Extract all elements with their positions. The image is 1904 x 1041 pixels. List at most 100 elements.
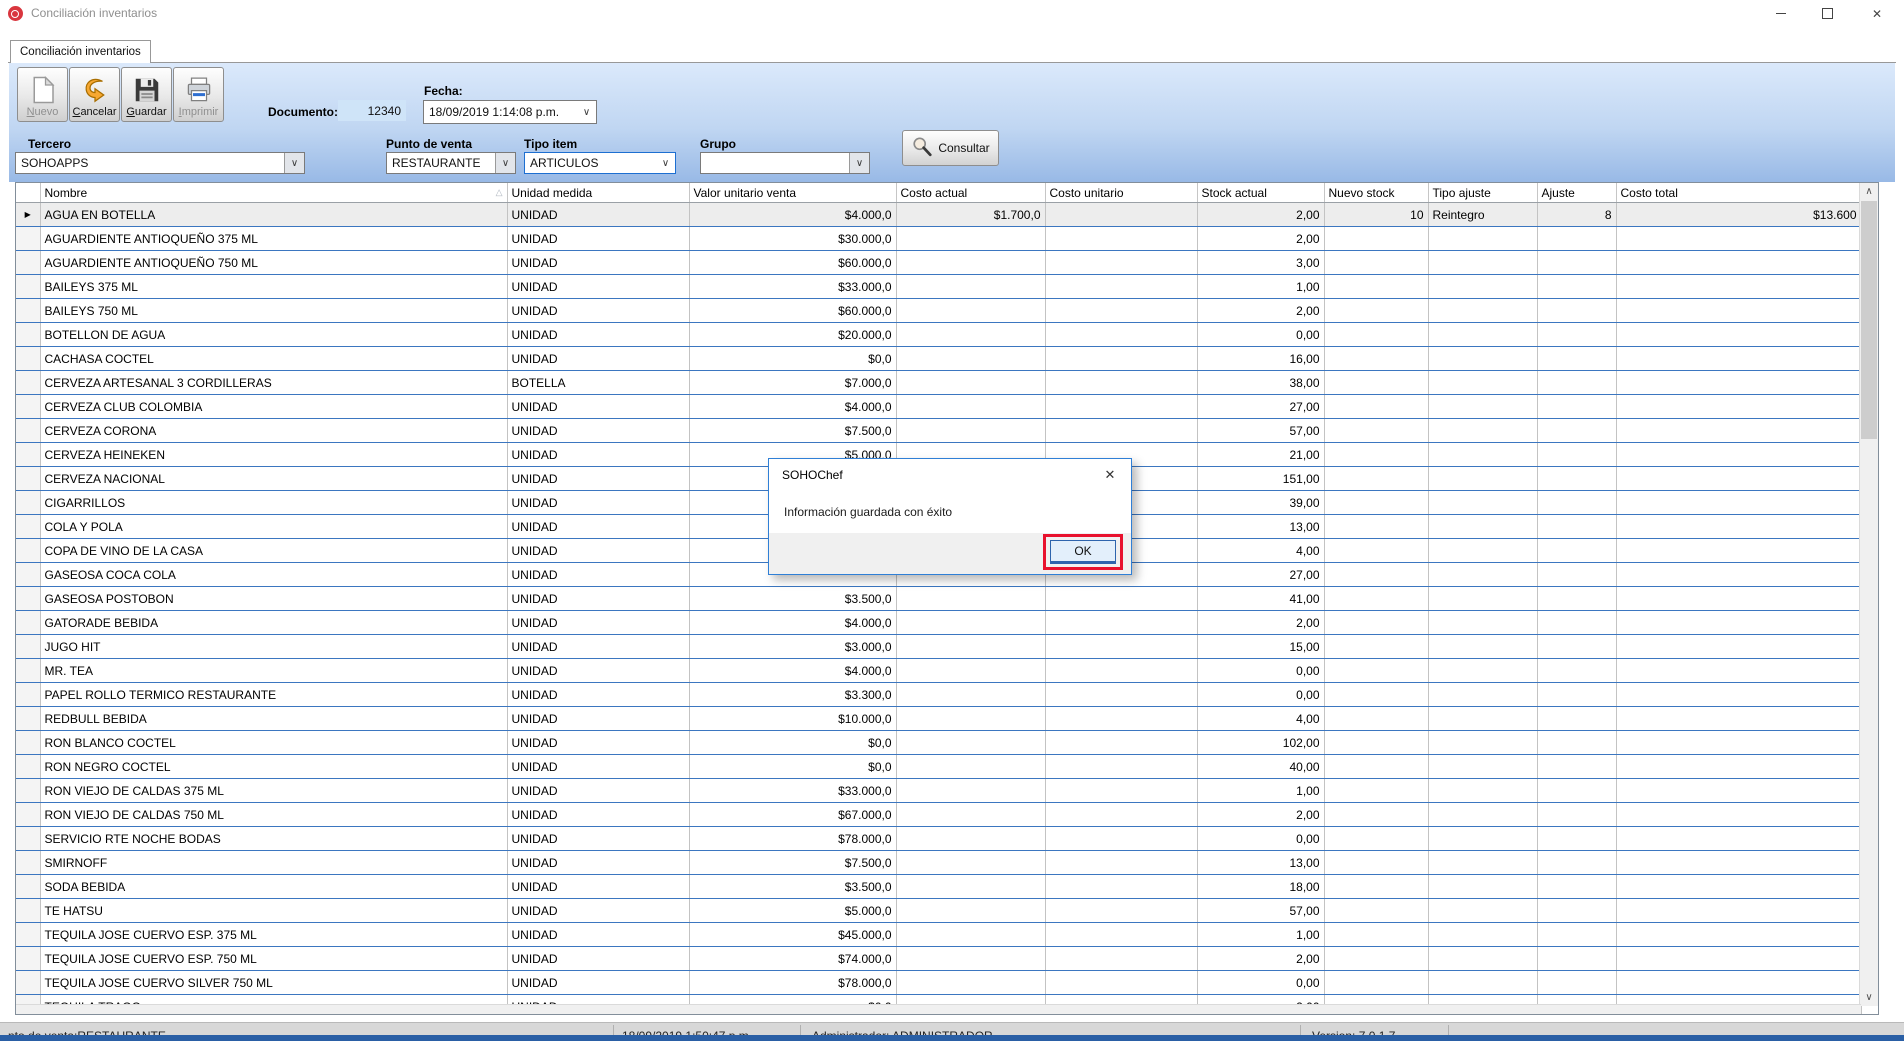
column-header-stock-actual[interactable]: Stock actual [1197,183,1324,203]
column-header-costo-actual[interactable]: Costo actual [896,183,1045,203]
table-row[interactable]: GATORADE BEBIDAUNIDAD$4.000,02,00 [16,611,1861,635]
vertical-scrollbar[interactable]: ∧ ∨ [1859,183,1878,1006]
grupo-dropdown[interactable]: ∨ [700,152,870,174]
row-indicator [16,467,40,491]
column-header-nombre[interactable]: Nombre△ [40,183,507,203]
dialog-close-button[interactable]: ✕ [1094,463,1126,487]
tipo-item-dropdown[interactable]: ARTICULOS ∨ [524,152,676,174]
chevron-down-icon[interactable]: ∨ [577,101,596,123]
cell [896,611,1045,635]
column-header-costo-unitario[interactable]: Costo unitario [1045,183,1197,203]
fecha-dropdown[interactable]: 18/09/2019 1:14:08 p.m. ∨ [423,100,597,124]
table-row[interactable]: RON VIEJO DE CALDAS 750 MLUNIDAD$67.000,… [16,803,1861,827]
cell [1616,779,1861,803]
column-header-nuevo-stock[interactable]: Nuevo stock [1324,183,1428,203]
table-row[interactable]: REDBULL BEBIDAUNIDAD$10.000,04,00 [16,707,1861,731]
table-row[interactable]: BAILEYS 750 MLUNIDAD$60.000,02,00 [16,299,1861,323]
table-row[interactable]: AGUARDIENTE ANTIOQUEÑO 750 MLUNIDAD$60.0… [16,251,1861,275]
table-row[interactable]: TEQUILA JOSE CUERVO ESP. 750 MLUNIDAD$74… [16,947,1861,971]
cell [1428,875,1537,899]
column-header-unidad-medida[interactable]: Unidad medida [507,183,689,203]
chevron-down-icon[interactable]: ∨ [849,153,869,173]
cell: MR. TEA [40,659,507,683]
cell: $67.000,0 [689,803,896,827]
imprimir-button[interactable]: Imprimir [173,67,224,122]
cell: UNIDAD [507,683,689,707]
consultar-button[interactable]: Consultar [902,130,999,166]
table-row[interactable]: GASEOSA POSTOBONUNIDAD$3.500,041,00 [16,587,1861,611]
tab-conciliacion-inventarios[interactable]: Conciliación inventarios [10,40,151,63]
column-header-costo-total[interactable]: Costo total [1616,183,1861,203]
close-button[interactable]: ✕ [1850,0,1904,27]
table-row[interactable]: AGUARDIENTE ANTIOQUEÑO 375 MLUNIDAD$30.0… [16,227,1861,251]
row-indicator [16,683,40,707]
cell: UNIDAD [507,323,689,347]
table-row[interactable]: TEQUILA JOSE CUERVO ESP. 375 MLUNIDAD$45… [16,923,1861,947]
cell: 13,00 [1197,851,1324,875]
cell: 18,00 [1197,875,1324,899]
table-row[interactable]: PAPEL ROLLO TERMICO RESTAURANTEUNIDAD$3.… [16,683,1861,707]
punto-de-venta-dropdown[interactable]: RESTAURANTE ∨ [386,152,516,174]
cell [896,731,1045,755]
cell: UNIDAD [507,395,689,419]
window-bottom-edge [0,1035,1904,1041]
horizontal-scrollbar-track[interactable] [16,1004,1861,1014]
row-indicator [16,779,40,803]
table-row[interactable]: RON NEGRO COCTELUNIDAD$0,040,00 [16,755,1861,779]
cell [1537,587,1616,611]
chevron-down-icon[interactable]: ∨ [656,153,675,173]
cancelar-button[interactable]: Cancelar [69,67,120,122]
table-row[interactable]: RON BLANCO COCTELUNIDAD$0,0102,00 [16,731,1861,755]
cell [1428,659,1537,683]
cell [1324,923,1428,947]
table-row[interactable]: JUGO HITUNIDAD$3.000,015,00 [16,635,1861,659]
maximize-button[interactable] [1804,0,1850,27]
table-row[interactable]: BAILEYS 375 MLUNIDAD$33.000,01,00 [16,275,1861,299]
table-row[interactable]: MR. TEAUNIDAD$4.000,00,00 [16,659,1861,683]
tercero-dropdown[interactable]: SOHOAPPS ∨ [15,152,305,174]
row-indicator [16,587,40,611]
cell: 38,00 [1197,371,1324,395]
column-header-valor-unitario-venta[interactable]: Valor unitario venta [689,183,896,203]
table-row[interactable]: SERVICIO RTE NOCHE BODASUNIDAD$78.000,00… [16,827,1861,851]
nuevo-button[interactable]: Nuevo [17,67,68,122]
table-row[interactable]: TEQUILA JOSE CUERVO SILVER 750 MLUNIDAD$… [16,971,1861,995]
column-header-tipo-ajuste[interactable]: Tipo ajuste [1428,183,1537,203]
scroll-up-icon[interactable]: ∧ [1860,183,1878,200]
table-row[interactable]: CERVEZA ARTESANAL 3 CORDILLERASBOTELLA$7… [16,371,1861,395]
cell: RON VIEJO DE CALDAS 375 ML [40,779,507,803]
ok-button[interactable]: OK [1050,540,1116,564]
table-row[interactable]: ▶AGUA EN BOTELLAUNIDAD$4.000,0$1.700,02,… [16,203,1861,227]
cell [896,827,1045,851]
table-row[interactable]: TE HATSUUNIDAD$5.000,057,00 [16,899,1861,923]
row-indicator [16,515,40,539]
row-indicator [16,875,40,899]
cell [1428,707,1537,731]
table-row[interactable]: SODA BEBIDAUNIDAD$3.500,018,00 [16,875,1861,899]
cancelar-label: Cancelar [72,106,116,119]
minimize-button[interactable] [1758,0,1804,27]
cell: $33.000,0 [689,779,896,803]
table-row[interactable]: CERVEZA CLUB COLOMBIAUNIDAD$4.000,027,00 [16,395,1861,419]
table-row[interactable]: CERVEZA CORONAUNIDAD$7.500,057,00 [16,419,1861,443]
table-row[interactable]: SMIRNOFFUNIDAD$7.500,013,00 [16,851,1861,875]
cell [1428,371,1537,395]
chevron-down-icon[interactable]: ∨ [495,153,515,173]
cell: UNIDAD [507,347,689,371]
cell [1324,275,1428,299]
chevron-down-icon[interactable]: ∨ [284,153,304,173]
row-indicator [16,851,40,875]
cell [1324,611,1428,635]
cell: $7.000,0 [689,371,896,395]
cell: 16,00 [1197,347,1324,371]
table-row[interactable]: BOTELLON DE AGUAUNIDAD$20.000,00,00 [16,323,1861,347]
documento-field[interactable]: 12340 [338,100,406,121]
column-header-ajuste[interactable]: Ajuste [1537,183,1616,203]
table-row[interactable]: RON VIEJO DE CALDAS 375 MLUNIDAD$33.000,… [16,779,1861,803]
cell [1616,299,1861,323]
cell [896,875,1045,899]
guardar-button[interactable]: Guardar [121,67,172,122]
scroll-down-icon[interactable]: ∨ [1860,989,1878,1006]
scrollbar-thumb[interactable] [1861,201,1877,439]
table-row[interactable]: CACHASA COCTELUNIDAD$0,016,00 [16,347,1861,371]
